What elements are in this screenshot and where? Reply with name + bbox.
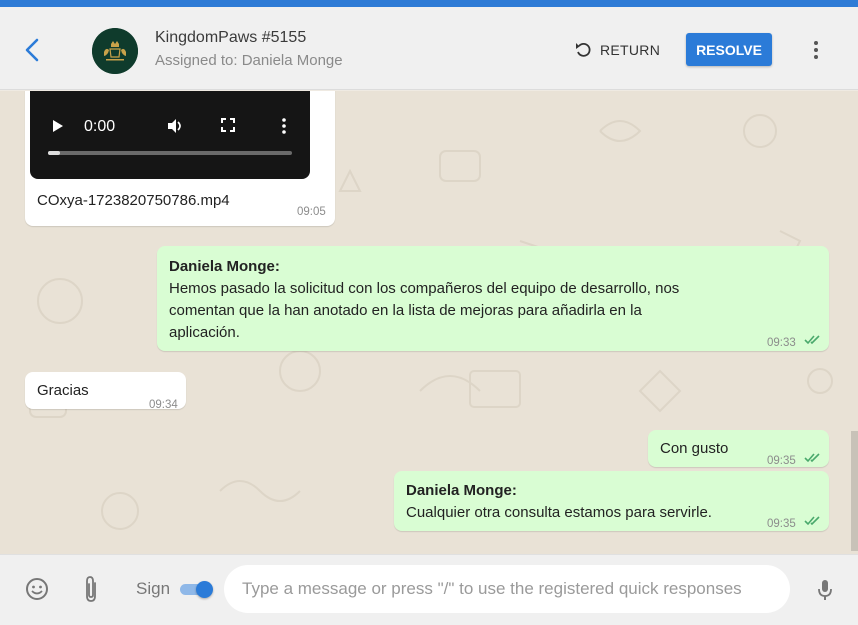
mic-icon bbox=[818, 580, 832, 600]
video-message: 0:00 COxya-1723820750786.mp4 09:05 bbox=[25, 91, 335, 226]
play-icon[interactable] bbox=[52, 119, 64, 133]
message-text: Cualquier otra consulta estamos para ser… bbox=[406, 504, 712, 521]
top-accent-bar bbox=[0, 0, 858, 7]
video-controls: 0:00 bbox=[30, 113, 310, 139]
message-time: 09:35 bbox=[767, 455, 796, 467]
message-input[interactable] bbox=[224, 565, 790, 613]
message-line: comentan que la han anotado en la lista … bbox=[169, 302, 642, 319]
outgoing-message: Daniela Monge: Cualquier otra consulta e… bbox=[394, 471, 829, 531]
video-more-icon[interactable] bbox=[281, 117, 287, 135]
attach-button[interactable] bbox=[80, 574, 102, 604]
chat-scrollbar[interactable] bbox=[851, 431, 858, 551]
message-time: 09:35 bbox=[767, 518, 796, 530]
video-filename[interactable]: COxya-1723820750786.mp4 bbox=[37, 190, 230, 212]
message-time: 09:05 bbox=[297, 206, 326, 218]
outgoing-message: Con gusto 09:35 bbox=[648, 430, 829, 467]
chat-header: KingdomPaws #5155 Assigned to: Daniela M… bbox=[0, 7, 858, 90]
conversation-title: KingdomPaws #5155 bbox=[155, 29, 307, 46]
message-sender: Daniela Monge: bbox=[169, 258, 280, 275]
message-line: Hemos pasado la solicitud con los compañ… bbox=[169, 280, 680, 297]
back-arrow-icon bbox=[25, 38, 39, 62]
more-options-button[interactable] bbox=[806, 37, 826, 63]
return-button[interactable]: RETURN bbox=[574, 37, 660, 63]
message-line: aplicación. bbox=[169, 324, 240, 341]
message-time: 09:33 bbox=[767, 337, 796, 349]
attach-icon bbox=[86, 576, 96, 602]
double-check-icon bbox=[804, 516, 820, 526]
more-vert-icon bbox=[814, 41, 818, 59]
assigned-to-label: Assigned to: Daniela Monge bbox=[155, 52, 343, 69]
message-list[interactable]: 0:00 COxya-1723820750786.mp4 09:05 Danie… bbox=[0, 91, 858, 554]
emoji-icon bbox=[26, 578, 48, 600]
outgoing-message: Daniela Monge: Hemos pasado la solicitud… bbox=[157, 246, 829, 351]
video-progress-bar[interactable] bbox=[48, 151, 292, 155]
return-label: RETURN bbox=[600, 42, 661, 58]
double-check-icon bbox=[804, 453, 820, 463]
emoji-button[interactable] bbox=[24, 576, 50, 602]
double-check-icon bbox=[804, 335, 820, 345]
message-time: 09:34 bbox=[149, 399, 178, 411]
fullscreen-icon[interactable] bbox=[221, 118, 235, 132]
volume-icon[interactable] bbox=[166, 117, 184, 135]
back-button[interactable] bbox=[18, 35, 46, 65]
sign-toggle[interactable] bbox=[180, 581, 214, 598]
avatar-logo bbox=[92, 28, 138, 74]
video-player[interactable]: 0:00 bbox=[30, 91, 310, 179]
voice-button[interactable] bbox=[814, 576, 836, 604]
resolve-button[interactable]: RESOLVE bbox=[686, 33, 772, 66]
message-sender: Daniela Monge: bbox=[406, 482, 517, 499]
message-text: Con gusto bbox=[660, 440, 729, 457]
message-composer: Sign bbox=[0, 554, 858, 625]
message-text: Gracias bbox=[37, 382, 89, 399]
return-icon bbox=[576, 42, 591, 57]
avatar bbox=[92, 28, 138, 74]
incoming-message: Gracias 09:34 bbox=[25, 372, 186, 411]
video-current-time: 0:00 bbox=[84, 118, 116, 135]
sign-label: Sign bbox=[136, 579, 171, 598]
